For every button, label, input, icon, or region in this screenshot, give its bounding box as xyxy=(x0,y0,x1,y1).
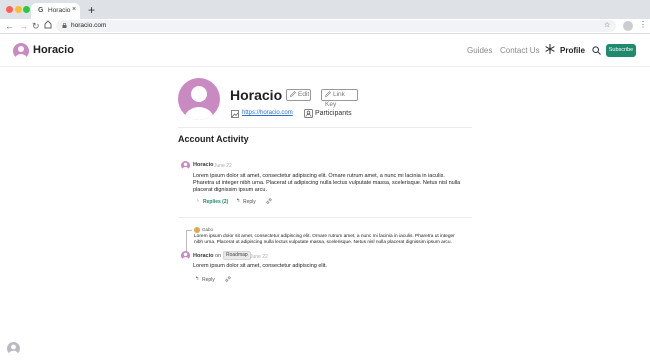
participants-link[interactable]: Participants xyxy=(315,110,352,117)
chevron-right-icon[interactable]: › xyxy=(197,198,199,204)
reload-icon[interactable]: ↻ xyxy=(32,21,40,31)
star-icon[interactable]: ☆ xyxy=(604,21,610,29)
profile-name: Horacio xyxy=(230,87,283,103)
reply-icon[interactable]: ↰ xyxy=(236,198,240,204)
brand-name[interactable]: Horacio xyxy=(33,44,74,56)
lock-icon xyxy=(62,23,67,28)
back-arrow-icon[interactable]: ← xyxy=(5,21,14,31)
browser-toolbar: ← → ↻ horacio.com ☆ ⋮ xyxy=(0,19,650,34)
tab-close-icon[interactable]: × xyxy=(72,6,76,13)
replies-toggle[interactable]: Replies (2) xyxy=(203,199,228,205)
favicon-icon: G xyxy=(38,7,44,14)
minimize-window-icon[interactable] xyxy=(15,6,22,13)
address-url[interactable]: horacio.com xyxy=(71,22,106,29)
comment-body: Lorem ipsum dolor sit amet, consectetur … xyxy=(193,263,327,269)
browser-tab-strip: G Horacio × + xyxy=(0,0,650,19)
subscribe-button[interactable]: Subscribe xyxy=(606,44,636,57)
link-key-button[interactable]: Link Key xyxy=(321,89,358,108)
on-label: on xyxy=(215,253,222,259)
profile-icon[interactable] xyxy=(623,21,633,31)
pencil-icon xyxy=(325,91,331,97)
new-tab-icon[interactable]: + xyxy=(88,3,95,17)
comment-date: June 22 xyxy=(214,163,232,169)
kebab-menu-icon[interactable]: ⋮ xyxy=(639,20,647,29)
image-icon xyxy=(231,110,239,118)
comment-body: Lorem ipsum dolor sit amet, consectetur … xyxy=(193,173,461,193)
nav-contact-us[interactable]: Contact Us xyxy=(500,46,540,55)
reply-icon[interactable]: ↰ xyxy=(195,276,199,282)
profile-url-link[interactable]: https://horacio.com xyxy=(242,110,293,116)
edit-label: Edit xyxy=(298,91,310,98)
forward-arrow-icon[interactable]: → xyxy=(19,21,28,31)
comment-author[interactable]: Horacio xyxy=(193,253,213,259)
comment-date: June 22 xyxy=(250,254,268,260)
asterisk-icon xyxy=(545,44,555,54)
section-title: Account Activity xyxy=(178,134,249,144)
nav-guides[interactable]: Guides xyxy=(467,46,492,55)
quoted-body: Lorem ipsum dolor sit amet, consectetur … xyxy=(194,234,455,245)
reply-button[interactable]: Reply xyxy=(202,277,215,283)
site-header: Horacio Guides Contact Us Profile Subscr… xyxy=(0,34,650,67)
address-bar[interactable]: horacio.com ☆ xyxy=(56,20,616,32)
link-icon[interactable] xyxy=(266,198,272,204)
home-icon[interactable] xyxy=(44,20,52,29)
search-icon[interactable] xyxy=(592,46,601,55)
logo-avatar[interactable] xyxy=(13,43,29,59)
link-icon[interactable] xyxy=(225,276,231,282)
close-window-icon[interactable] xyxy=(6,6,13,13)
roadmap-tag[interactable]: Roadmap xyxy=(223,251,251,260)
browser-tab[interactable]: G Horacio × xyxy=(31,3,80,19)
comment-avatar xyxy=(181,251,190,260)
profile-avatar xyxy=(178,78,220,120)
divider xyxy=(178,217,472,218)
comment-avatar xyxy=(181,161,190,170)
comment-author[interactable]: Horacio xyxy=(193,162,213,168)
divider xyxy=(178,127,472,128)
nav-profile[interactable]: Profile xyxy=(560,46,585,55)
thread-connector xyxy=(186,230,192,252)
maximize-window-icon[interactable] xyxy=(23,6,30,13)
participants-icon xyxy=(304,109,313,118)
tab-title: Horacio xyxy=(48,7,71,14)
quoted-avatar xyxy=(194,227,200,233)
user-avatar[interactable] xyxy=(7,342,20,355)
edit-button[interactable]: Edit xyxy=(286,89,311,101)
pencil-icon xyxy=(290,91,296,97)
quoted-author[interactable]: Gabo xyxy=(202,227,213,232)
reply-button[interactable]: Reply xyxy=(243,199,256,205)
